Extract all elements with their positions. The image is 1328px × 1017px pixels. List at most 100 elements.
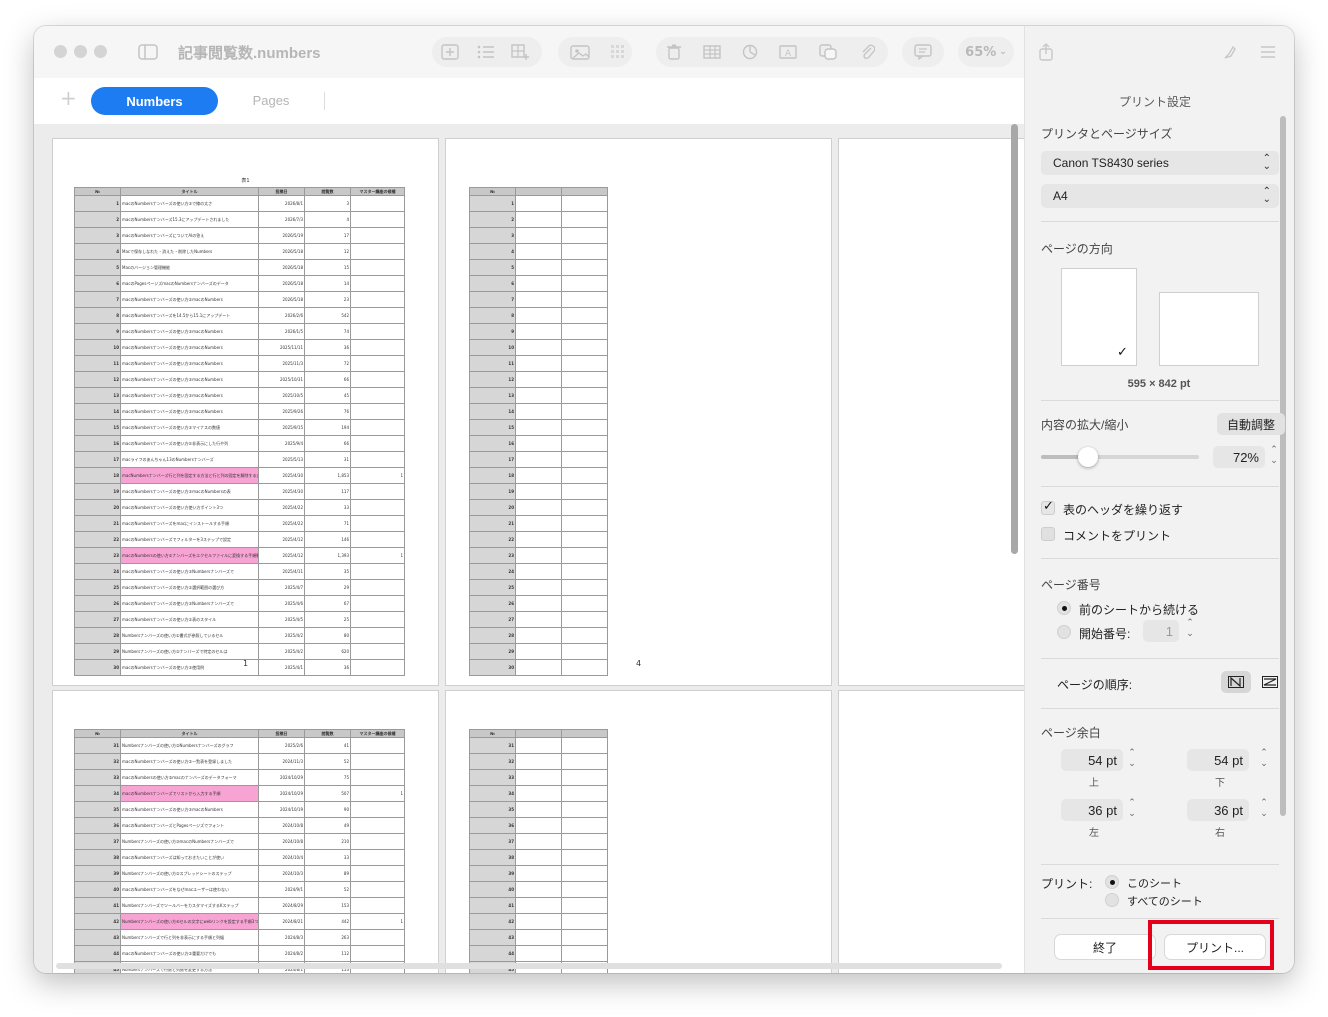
attach-icon[interactable] (856, 40, 880, 64)
all-sheets-radio[interactable] (1105, 893, 1119, 907)
row-title: macのNumbersナンバーズの使い方②一覧表を登録しました (120, 753, 259, 770)
scale-field[interactable]: 72% (1213, 446, 1265, 468)
empty-cell (515, 403, 562, 420)
table-row: 31 Numbersナンバーズの使い方②Numbersナンバーズのグラフ 2025/… (74, 737, 405, 754)
margin-left-field[interactable]: 36 pt (1061, 799, 1123, 821)
add-sheet-button[interactable]: + (60, 86, 77, 110)
margin-right-field[interactable]: 36 pt (1187, 799, 1249, 821)
text-icon[interactable]: A (776, 40, 800, 64)
empty-cell (515, 881, 562, 898)
margin-section-label: ページ余白 (1041, 726, 1101, 740)
portrait-option[interactable]: ✓ (1061, 268, 1137, 366)
printer-select[interactable]: Canon TS8430 series ⌃ ⌄ (1041, 151, 1279, 175)
row-number: 33 (469, 769, 516, 786)
table-row: 44 macのNumbersナンバーズの使い方②重要だけでも 2024/8/2 112 (74, 945, 405, 962)
comment-icon[interactable] (911, 40, 935, 64)
empty-cell (561, 595, 608, 612)
row-title: macのNumbersナンバーズでフィルターを3ステップで設定 (120, 531, 259, 548)
row-number: 12 (469, 371, 516, 388)
table-row: 29 Numbersナンバーズの使い方②ナンバーズで特定のセルは 2025/4/2 6… (74, 643, 405, 660)
canvas-horizontal-scrollbar[interactable] (56, 963, 1002, 969)
table-row: 13 macのNumbersナンバーズの使い方③macのNumbers 2025/1… (74, 387, 405, 404)
table-row: 28 Numbersナンバーズの使い方①書式が参照しているセル 2025/4/2 80 (74, 627, 405, 644)
done-button[interactable]: 終了 (1055, 935, 1155, 959)
format-brush-icon[interactable] (1217, 40, 1243, 64)
row-number: 24 (469, 563, 516, 580)
row-views: 29 (304, 579, 351, 596)
start-number-stepper[interactable]: ⌃ ⌄ (1183, 618, 1197, 642)
row-title: macのNumbersナンバーズの使い方②macのNumbers (120, 291, 259, 308)
empty-cell (515, 627, 562, 644)
scale-stepper[interactable]: ⌃ ⌄ (1267, 445, 1281, 469)
empty-cell (515, 387, 562, 404)
margin-bottom-stepper[interactable]: ⌃ ⌄ (1257, 748, 1271, 772)
row-date: 2025/4/30 (258, 483, 305, 500)
chart-icon[interactable] (738, 40, 762, 64)
table-header-row: № (469, 187, 608, 196)
row-views: 146 (304, 531, 351, 548)
tab-pages[interactable]: Pages (232, 93, 310, 108)
table-row: 2 macのNumbersナンバーズ15.3にアップデートされました 2026/7/… (74, 211, 405, 228)
margin-top-stepper[interactable]: ⌃ ⌄ (1125, 748, 1139, 772)
scale-slider-knob[interactable] (1078, 447, 1099, 467)
row-date: 2024/10/29 (258, 785, 305, 802)
continue-numbering-radio[interactable] (1057, 601, 1071, 615)
print-comments-checkbox[interactable] (1041, 527, 1055, 541)
document-settings-icon[interactable] (1255, 40, 1281, 64)
row-flag (350, 355, 405, 372)
page-order-over-then-down-button[interactable] (1255, 671, 1285, 693)
trash-icon[interactable] (662, 40, 686, 64)
margin-right-stepper[interactable]: ⌃ ⌄ (1257, 798, 1271, 822)
table-row: 42 Numbersナンバーズの使い方⑥セルの文字にwebリンクを設定する手順3つ… (74, 913, 405, 930)
add-row-icon[interactable] (438, 40, 462, 64)
media-icon[interactable] (568, 40, 594, 64)
tab-numbers[interactable]: Numbers (91, 87, 218, 115)
row-date: 2026/7/3 (258, 211, 305, 228)
row-views: 33 (304, 849, 351, 866)
row-date: 2024/10/4 (258, 849, 305, 866)
margin-bottom-field[interactable]: 54 pt (1187, 749, 1249, 771)
minimize-window-button[interactable] (74, 45, 87, 58)
checkmark-icon: ✓ (1117, 345, 1128, 360)
empty-cell (561, 291, 608, 308)
empty-cell (515, 499, 562, 516)
share-icon[interactable] (1033, 40, 1059, 64)
table-row: 39 (469, 865, 608, 882)
table-row: 1 (469, 195, 608, 212)
start-number-field[interactable]: 1 (1143, 620, 1179, 642)
table-row: 24 (469, 563, 608, 580)
canvas-vertical-scrollbar[interactable] (1011, 124, 1018, 554)
margin-left-stepper[interactable]: ⌃ ⌄ (1125, 798, 1139, 822)
zoom-menu[interactable]: 65% ⌄ (958, 37, 1014, 67)
empty-cell (561, 275, 608, 292)
shape-icon[interactable] (816, 40, 840, 64)
row-views: 67 (304, 595, 351, 612)
table-row: 14 macのNumbersナンバーズの使い方③macのNumbers 2025/9… (74, 403, 405, 420)
row-number: 25 (469, 579, 516, 596)
table-plus-icon[interactable] (508, 40, 532, 64)
paper-size-select[interactable]: A4 ⌃ ⌄ (1041, 184, 1279, 208)
landscape-option[interactable] (1159, 292, 1259, 366)
this-sheet-radio[interactable] (1105, 875, 1119, 889)
margin-top-field[interactable]: 54 pt (1061, 749, 1123, 771)
table-icon[interactable] (700, 40, 724, 64)
repeat-headers-checkbox[interactable] (1041, 499, 1055, 515)
start-number-radio[interactable] (1057, 625, 1071, 639)
row-number: 20 (469, 499, 516, 516)
row-views: 66 (304, 371, 351, 388)
table-row: 27 (469, 611, 608, 628)
table-row: 40 (469, 881, 608, 898)
empty-cell (561, 753, 608, 770)
zoom-window-button[interactable] (94, 45, 107, 58)
row-number: 42 (469, 913, 516, 930)
table-row: 22 (469, 531, 608, 548)
table-row: 16 macのNumbersナンバーズの使い方⑤非表示にした行や列 2025/9/4… (74, 435, 405, 452)
sidebar-icon[interactable] (136, 40, 160, 64)
print-preview-canvas[interactable]: 表1 № タイトル 投稿日 閲覧数 マスター講座の候補 1 macのNumbersナンバーズ… (34, 124, 1024, 973)
auto-fit-button[interactable]: 自動調整 (1217, 413, 1285, 435)
scale-slider[interactable] (1041, 455, 1199, 459)
page-order-down-then-over-button[interactable] (1221, 671, 1251, 693)
list-icon[interactable] (474, 40, 498, 64)
close-window-button[interactable] (54, 45, 67, 58)
grid-icon[interactable] (608, 40, 628, 64)
